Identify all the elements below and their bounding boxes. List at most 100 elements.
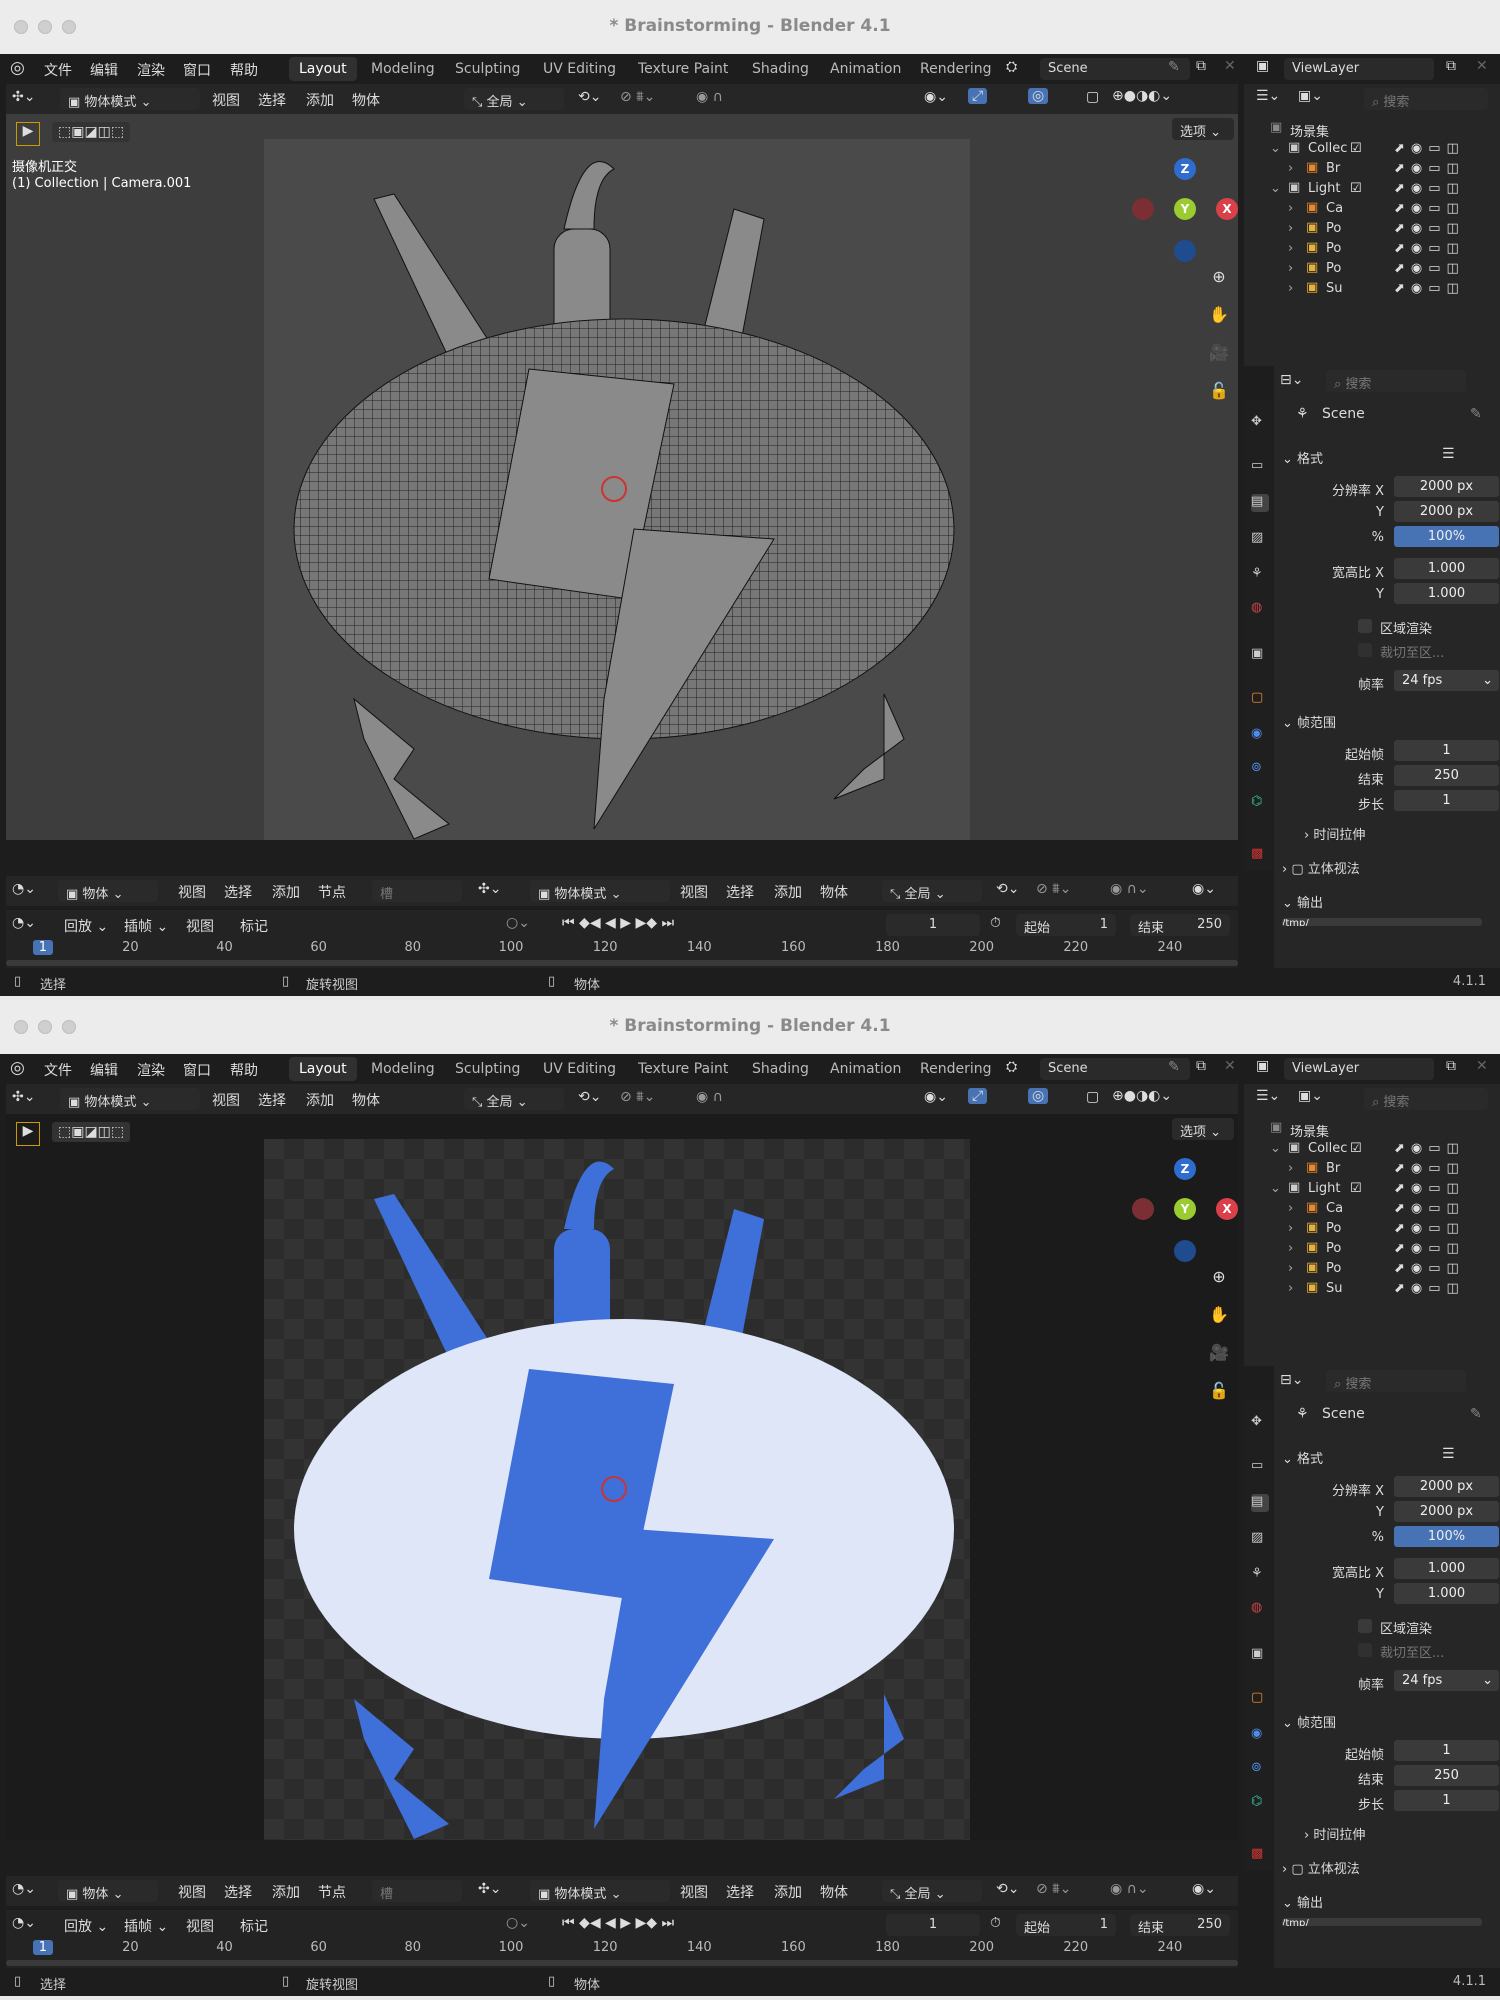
mini-menu-object[interactable]: 物体	[820, 882, 848, 902]
visibility-toggles[interactable]: ⬈◉▭◫	[1394, 1261, 1465, 1276]
new-scene-icon[interactable]: ⧉	[1196, 1058, 1206, 1074]
output-path-field[interactable]: /tmp/	[1282, 1918, 1482, 1926]
expand-icon[interactable]: ⌄	[1270, 1181, 1281, 1196]
tab-texture-paint[interactable]: Texture Paint	[628, 1057, 738, 1081]
properties-type-icon[interactable]: ⊟⌄	[1280, 1372, 1303, 1388]
delete-scene-icon[interactable]: ✕	[1224, 1058, 1236, 1074]
visibility-icon[interactable]: ◉⌄	[924, 89, 948, 105]
outliner-search[interactable]: ⌕ 搜索	[1364, 88, 1488, 110]
slot-field[interactable]: 槽	[372, 880, 462, 902]
viewport-menu-add[interactable]: 添加	[306, 1090, 334, 1110]
expand-icon[interactable]: ›	[1288, 241, 1293, 256]
pivot-point-icon[interactable]: ⟲⌄	[578, 1089, 601, 1105]
tab-shading[interactable]: Shading	[742, 1057, 819, 1081]
mini-proportional-icon[interactable]: ◉ ∩⌄	[1110, 881, 1149, 897]
menu-file[interactable]: 文件	[44, 1060, 72, 1080]
tab-layout[interactable]: Layout	[289, 1057, 357, 1081]
autokey-icon[interactable]: ○⌄	[506, 915, 530, 931]
output-tab-icon[interactable]: ▤	[1251, 494, 1269, 512]
pan-hand-icon[interactable]: ✋	[1204, 1300, 1234, 1330]
mini-transform-dropdown[interactable]: ⤡ 全局 ⌄	[882, 1880, 982, 1902]
select-tool-icon[interactable]: ▶	[16, 122, 40, 146]
gizmo-neg-z-axis[interactable]	[1174, 240, 1196, 262]
frame-start-field[interactable]: 1	[1394, 1740, 1499, 1761]
delete-view-layer-icon[interactable]: ✕	[1476, 1058, 1488, 1074]
render-tab-icon[interactable]: ▭	[1251, 458, 1269, 476]
node-menu-node[interactable]: 节点	[318, 1882, 346, 1902]
data-tab-icon[interactable]: ⌬	[1251, 794, 1269, 812]
tab-rendering[interactable]: Rendering	[910, 57, 1002, 81]
3d-viewport[interactable]: 摄像机正交 (1) Collection | Camera.001 ▶ ⬚▣◪◫…	[6, 114, 1238, 840]
mini-pivot-icon[interactable]: ⟲⌄	[996, 881, 1019, 897]
mini-menu-view[interactable]: 视图	[680, 1882, 708, 1902]
3d-viewport[interactable]: 摄像机正交 (1) Collection | Camera.001 ▶ ⬚▣◪◫…	[6, 1114, 1238, 1840]
visibility-toggles[interactable]: ⬈◉▭◫	[1394, 1161, 1465, 1176]
expand-icon[interactable]: ›	[1288, 201, 1293, 216]
output-section-header[interactable]: ⌄ 输出	[1282, 892, 1323, 911]
gizmo-y-axis[interactable]: Y	[1174, 1198, 1196, 1220]
mini-menu-add[interactable]: 添加	[774, 1882, 802, 1902]
object-tab-icon[interactable]: ▢	[1251, 690, 1269, 708]
outliner-row[interactable]: › ▣ Su ⬈◉▭◫	[1244, 278, 1500, 303]
zoom-icon[interactable]: ⊕	[1204, 262, 1234, 292]
timeline-menu-view[interactable]: 视图	[186, 1916, 214, 1936]
render-tab-icon[interactable]: ▭	[1251, 1458, 1269, 1476]
node-menu-add[interactable]: 添加	[272, 882, 300, 902]
output-section-header[interactable]: ⌄ 输出	[1282, 1892, 1323, 1911]
gizmo-neg-x-axis[interactable]	[1132, 1198, 1154, 1220]
playback-controls[interactable]: ⏮ ◆◀ ◀ ▶ ▶◆ ⏭	[562, 915, 674, 931]
pivot-point-icon[interactable]: ⟲⌄	[578, 89, 601, 105]
overlay-toggle-icon[interactable]: ◎	[1028, 1088, 1049, 1104]
visibility-toggles[interactable]: ⬈◉▭◫	[1394, 221, 1465, 236]
constraints-tab-icon[interactable]: ⊚	[1251, 760, 1269, 778]
resolution-y-field[interactable]: 2000 px	[1394, 1501, 1499, 1522]
camera-view-icon[interactable]: 🎥	[1204, 1338, 1234, 1368]
node-menu-select[interactable]: 选择	[224, 882, 252, 902]
menu-help[interactable]: 帮助	[230, 60, 258, 80]
properties-type-icon[interactable]: ⊟⌄	[1280, 372, 1303, 388]
expand-icon[interactable]: ›	[1288, 1161, 1293, 1176]
proportional-edit-icon[interactable]: ◉ ∩	[696, 89, 723, 105]
menu-window[interactable]: 窗口	[183, 60, 211, 80]
visibility-toggles[interactable]: ⬈◉▭◫	[1394, 181, 1465, 196]
lock-camera-icon[interactable]: 🔓	[1204, 376, 1234, 406]
node-menu-view[interactable]: 视图	[178, 882, 206, 902]
tab-shading[interactable]: Shading	[742, 57, 819, 81]
world-tab-icon[interactable]: ◍	[1251, 1600, 1269, 1618]
resolution-pct-field[interactable]: 100%	[1394, 526, 1499, 547]
xray-icon[interactable]: ▢	[1086, 1089, 1099, 1105]
pan-hand-icon[interactable]: ✋	[1204, 300, 1234, 330]
timeline-menu-playback[interactable]: 回放 ⌄	[64, 1916, 108, 1936]
shading-mode-icons[interactable]: ⊕●◑◐⌄	[1112, 1088, 1172, 1104]
resolution-pct-field[interactable]: 100%	[1394, 1526, 1499, 1547]
physics-tab-icon[interactable]: ◉	[1251, 726, 1269, 744]
expand-icon[interactable]: ›	[1288, 1281, 1293, 1296]
mini-proportional-icon[interactable]: ◉ ∩⌄	[1110, 1881, 1149, 1897]
timeline-scrollbar[interactable]	[6, 1960, 1238, 1966]
exclude-checkbox[interactable]: ☑	[1350, 181, 1362, 196]
resolution-y-field[interactable]: 2000 px	[1394, 501, 1499, 522]
new-view-layer-icon[interactable]: ⧉	[1446, 58, 1456, 74]
viewport-menu-object[interactable]: 物体	[352, 1090, 380, 1110]
stereoscopy-header[interactable]: › ▢ 立体视法	[1282, 1858, 1360, 1877]
object-tab-icon[interactable]: ▢	[1251, 1690, 1269, 1708]
editor-type-icon[interactable]: ✣⌄	[12, 89, 35, 105]
aspect-y-field[interactable]: 1.000	[1394, 583, 1499, 604]
gizmo-x-axis[interactable]: X	[1216, 1198, 1238, 1220]
object-mode-dropdown[interactable]: ▣ 物体模式 ⌄	[60, 1088, 200, 1110]
timeline-menu-keying[interactable]: 插帧 ⌄	[124, 1916, 168, 1936]
mini-menu-view[interactable]: 视图	[680, 882, 708, 902]
node-menu-view[interactable]: 视图	[178, 1882, 206, 1902]
snap-icon[interactable]: ⊘ ⩩⌄	[620, 1089, 655, 1105]
format-presets-icon[interactable]: ☰	[1442, 446, 1455, 462]
expand-icon[interactable]: ›	[1288, 261, 1293, 276]
format-section-header[interactable]: ⌄ 格式	[1282, 1448, 1323, 1467]
menu-window[interactable]: 窗口	[183, 1060, 211, 1080]
properties-pin-icon[interactable]: ✎	[1470, 406, 1482, 422]
menu-edit[interactable]: 编辑	[90, 1060, 118, 1080]
visibility-toggles[interactable]: ⬈◉▭◫	[1394, 161, 1465, 176]
tab-sculpting[interactable]: Sculpting	[445, 1057, 530, 1081]
visibility-toggles[interactable]: ⬈◉▭◫	[1394, 1221, 1465, 1236]
shading-mode-icons[interactable]: ⊕●◑◐⌄	[1112, 88, 1172, 104]
tool-tab-icon[interactable]: ✥	[1251, 414, 1269, 432]
